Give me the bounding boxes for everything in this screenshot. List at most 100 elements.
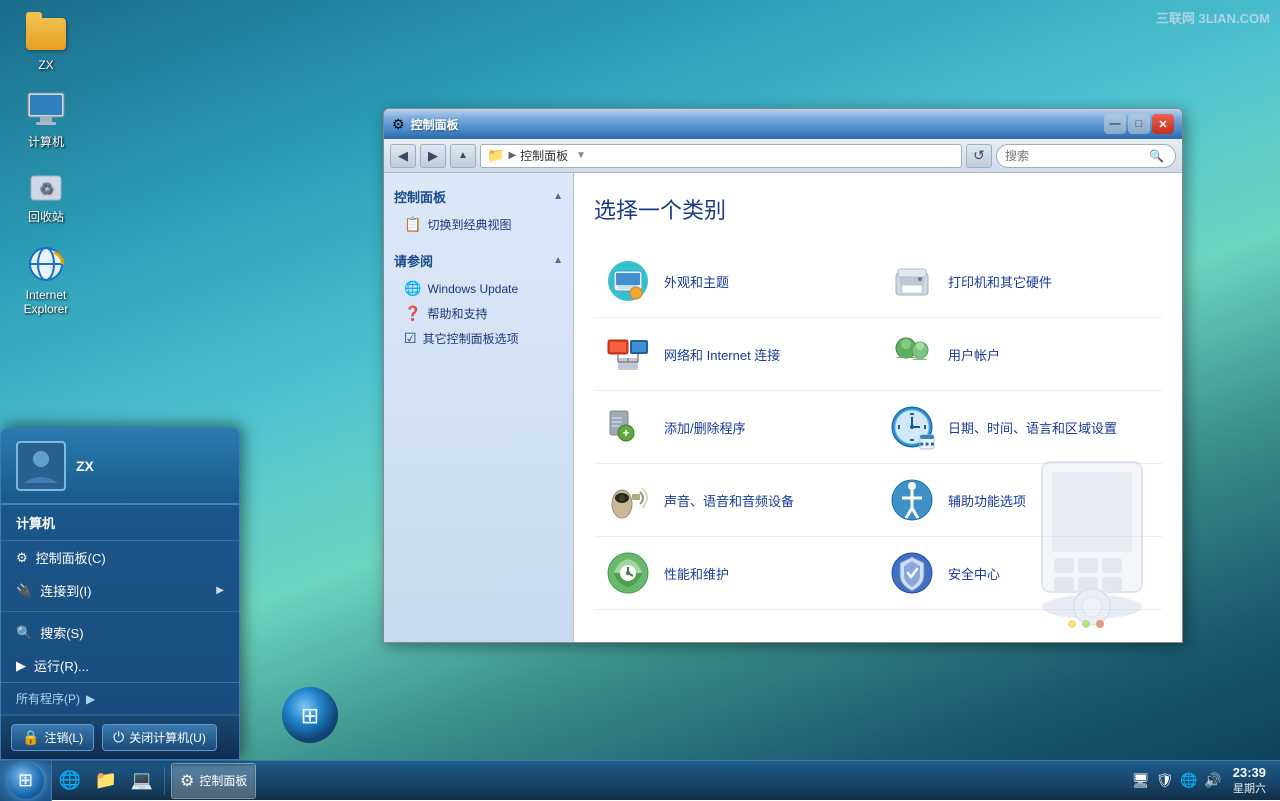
- sidebar-link-label: 其它控制面板选项: [423, 330, 519, 347]
- address-folder-icon: 📁: [487, 147, 504, 164]
- up-button[interactable]: ▲: [450, 144, 476, 168]
- sidebar-link-windows-update[interactable]: 🌐 Windows Update: [384, 276, 573, 301]
- desktop-icon-computer[interactable]: 计算机: [10, 85, 82, 154]
- windows-update-icon: 🌐: [404, 280, 421, 297]
- menu-item-left: 🔌 连接到(I): [16, 581, 91, 600]
- category-label-printers: 打印机和其它硬件: [948, 272, 1052, 291]
- titlebar-buttons: — □ ✕: [1104, 114, 1174, 134]
- menu-item-label: 连接到(I): [40, 581, 91, 600]
- sidebar-switch-view[interactable]: 📋 切换到经典视图: [384, 212, 573, 237]
- menu-item-icon: ▶: [16, 658, 26, 674]
- category-label-performance: 性能和维护: [664, 564, 729, 583]
- help-icon: ❓: [404, 305, 421, 322]
- quicklaunch-ie[interactable]: 🌐: [52, 763, 88, 799]
- menu-separator: [1, 611, 239, 612]
- shutdown-button[interactable]: ⏻ 关闭计算机(U): [102, 724, 217, 751]
- sidebar-link-label: Windows Update: [427, 282, 518, 296]
- tray-icon-volume[interactable]: 🔊: [1203, 771, 1223, 791]
- menu-item-left: 🔍 搜索(S): [16, 623, 84, 642]
- minimize-button[interactable]: —: [1104, 114, 1126, 134]
- titlebar-icon: ⚙: [392, 116, 405, 133]
- refresh-button[interactable]: ↺: [966, 144, 992, 168]
- user-avatar: [16, 441, 66, 491]
- logout-button[interactable]: 🔒 注销(L): [11, 724, 94, 751]
- start-menu-user: ZX: [1, 429, 239, 505]
- forward-button[interactable]: ▶: [420, 144, 446, 168]
- start-menu-computer: 计算机: [1, 505, 239, 541]
- address-dropdown-arrow[interactable]: ▼: [576, 150, 586, 161]
- category-grid: 外观和主题 打印机和其它硬: [594, 245, 1162, 610]
- printers-icon: [888, 257, 936, 305]
- clock-time: 23:39: [1233, 765, 1266, 780]
- category-label-datetime: 日期、时间、语言和区域设置: [948, 418, 1117, 437]
- windows-logo: ⊞: [18, 770, 33, 791]
- sidebar-section-see-also[interactable]: 请参阅 ▲: [384, 245, 573, 276]
- menu-item-run[interactable]: ▶ 运行(R)...: [1, 649, 239, 682]
- search-input[interactable]: [1005, 149, 1145, 163]
- sidebar-section2-arrow: ▲: [553, 255, 563, 266]
- search-field[interactable]: 🔍: [996, 144, 1176, 168]
- menu-item-connect-to[interactable]: 🔌 连接到(I) ▶: [1, 574, 239, 607]
- menu-item-left: ▶ 运行(R)...: [16, 656, 89, 675]
- sound-icon: [604, 476, 652, 524]
- category-accessibility[interactable]: 辅助功能选项: [878, 464, 1162, 537]
- sidebar-link-label: 帮助和支持: [427, 305, 487, 322]
- start-button[interactable]: ⊞: [0, 761, 52, 801]
- performance-icon: [604, 549, 652, 597]
- power-icon: ⏻: [113, 729, 124, 746]
- accessibility-icon: [888, 476, 936, 524]
- category-label-add-remove: 添加/删除程序: [664, 418, 746, 437]
- sidebar-link-help[interactable]: ❓ 帮助和支持: [384, 301, 573, 326]
- sidebar-section-label: 控制面板: [394, 187, 446, 206]
- category-appearance[interactable]: 外观和主题: [594, 245, 878, 318]
- cp-sidebar: 控制面板 ▲ 📋 切换到经典视图 请参阅 ▲ 🌐 Windows Update …: [384, 173, 574, 642]
- menu-item-control-panel[interactable]: ⚙ 控制面板(C): [1, 541, 239, 574]
- address-field[interactable]: 📁 ▶ 控制面板 ▼: [480, 144, 962, 168]
- cp-addressbar: ◀ ▶ ▲ 📁 ▶ 控制面板 ▼ ↺ 🔍: [384, 139, 1182, 173]
- category-datetime[interactable]: ■ ■ ■ 日期、时间、语言和区域设置: [878, 391, 1162, 464]
- desktop-icon-recycle[interactable]: ♻ 回收站: [10, 160, 82, 229]
- taskbar-item-control-panel[interactable]: ⚙ 控制面板: [171, 763, 256, 799]
- menu-item-search[interactable]: 🔍 搜索(S): [1, 616, 239, 649]
- category-users[interactable]: 用户帐户: [878, 318, 1162, 391]
- desktop-icon-label: 计算机: [28, 133, 64, 150]
- menu-item-left: ⚙ 控制面板(C): [16, 548, 106, 567]
- quicklaunch-folder[interactable]: 📁: [88, 763, 124, 799]
- desktop-icon-ie[interactable]: Internet Explorer: [10, 240, 82, 320]
- menu-item-icon: 🔌: [16, 583, 32, 599]
- category-performance[interactable]: 性能和维护: [594, 537, 878, 610]
- tray-icon-display[interactable]: 🖥: [1131, 771, 1151, 791]
- desktop: 三联网 3LIAN.COM ZX 计算机 ♻ 回收站: [0, 0, 1280, 800]
- tray-icon-security[interactable]: 🛡: [1155, 771, 1175, 791]
- add-remove-icon: +: [604, 403, 652, 451]
- other-options-icon: ☑: [404, 330, 417, 347]
- tray-icon-network[interactable]: 🌐: [1179, 771, 1199, 791]
- category-printers[interactable]: 打印机和其它硬件: [878, 245, 1162, 318]
- category-security[interactable]: 安全中心: [878, 537, 1162, 610]
- maximize-button[interactable]: □: [1128, 114, 1150, 134]
- back-button[interactable]: ◀: [390, 144, 416, 168]
- category-network[interactable]: 网络和 Internet 连接: [594, 318, 878, 391]
- taskbar-separator: [164, 767, 165, 795]
- category-add-remove[interactable]: + 添加/删除程序: [594, 391, 878, 464]
- users-icon: [888, 330, 936, 378]
- cp-content: 控制面板 ▲ 📋 切换到经典视图 请参阅 ▲ 🌐 Windows Update …: [384, 173, 1182, 642]
- category-sound[interactable]: 声音、语音和音频设备: [594, 464, 878, 537]
- desktop-icon-zx[interactable]: ZX: [10, 10, 82, 76]
- menu-item-icon: ⚙: [16, 550, 28, 566]
- close-button[interactable]: ✕: [1152, 114, 1174, 134]
- clock[interactable]: 23:39 星期六: [1227, 765, 1272, 796]
- sidebar-section-control-panel[interactable]: 控制面板 ▲: [384, 181, 573, 212]
- windows-orb: ⊞: [8, 763, 44, 799]
- windows-orb-large[interactable]: ⊞: [280, 685, 340, 750]
- quicklaunch-computer[interactable]: 💻: [124, 763, 160, 799]
- category-label-users: 用户帐户: [948, 345, 1000, 364]
- datetime-icon: ■ ■ ■: [888, 403, 936, 451]
- folder-icon: [26, 18, 66, 50]
- all-programs[interactable]: 所有程序(P) ▶: [1, 682, 239, 714]
- appearance-icon: [604, 257, 652, 305]
- desktop-icon-label: ZX: [38, 58, 53, 72]
- shutdown-label: 关闭计算机(U): [129, 729, 206, 746]
- category-label-appearance: 外观和主题: [664, 272, 729, 291]
- sidebar-link-other-options[interactable]: ☑ 其它控制面板选项: [384, 326, 573, 351]
